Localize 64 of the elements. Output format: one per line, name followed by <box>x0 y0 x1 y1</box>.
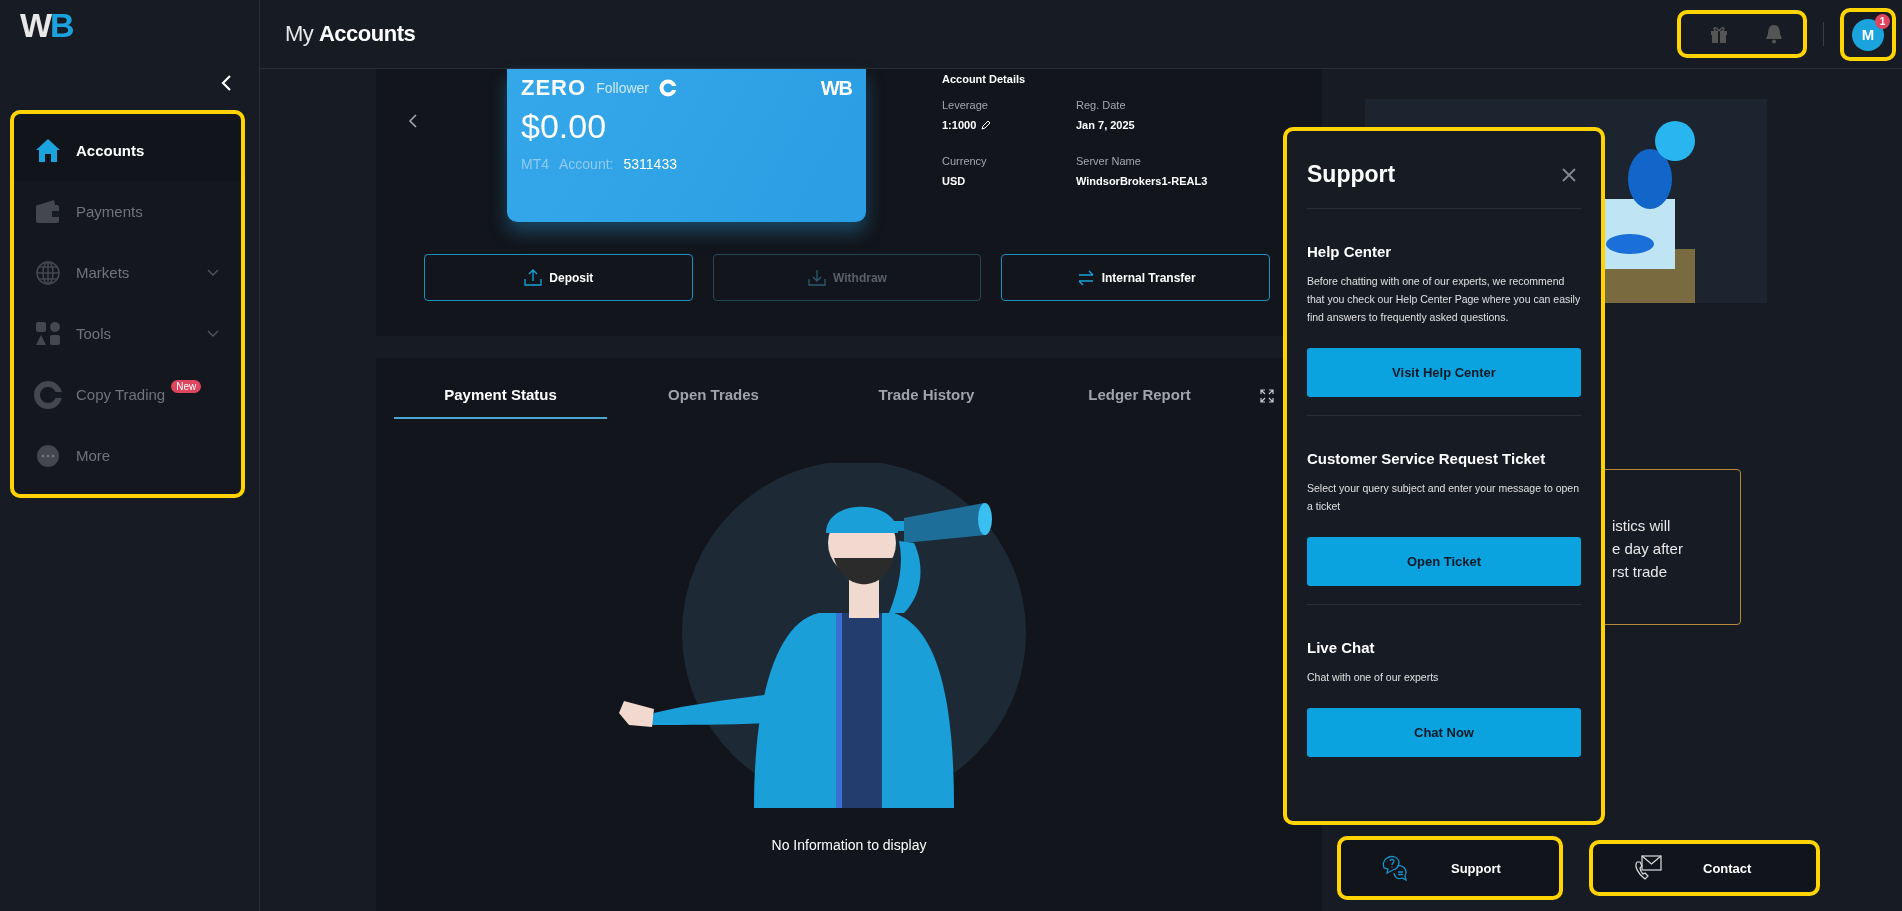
chevron-down-icon <box>207 268 219 277</box>
shapes-icon <box>34 319 62 348</box>
section-button[interactable]: Chat Now <box>1307 708 1581 757</box>
envelope-phone-icon <box>1633 854 1663 882</box>
tab[interactable]: Open Trades <box>607 386 820 419</box>
field-value: USD <box>942 175 966 187</box>
c-logo-icon <box>659 79 678 97</box>
expand-icon[interactable] <box>1260 388 1274 403</box>
logo: WB <box>19 5 74 46</box>
collapse-icon[interactable] <box>220 74 234 92</box>
field-label: Leverage <box>942 99 989 111</box>
previous-icon[interactable] <box>408 114 418 128</box>
tab[interactable]: Trade History <box>820 386 1033 419</box>
close-icon[interactable] <box>1561 166 1577 183</box>
nav-item[interactable]: Payments <box>14 181 241 242</box>
field-label: Server Name <box>1076 155 1142 167</box>
nav-item[interactable]: Accounts <box>14 120 241 181</box>
chevron-down-icon <box>207 329 219 338</box>
footer-button[interactable]: Contact <box>1589 840 1820 896</box>
section-title: Account Details <box>942 73 1027 85</box>
footer-button[interactable]: Support <box>1337 836 1563 900</box>
account-type: ZERO <box>521 75 587 101</box>
c-logo-icon <box>34 380 62 409</box>
nav-item[interactable]: More <box>14 425 241 486</box>
nav-item[interactable]: Copy Trading New <box>14 364 241 425</box>
section-heading: Customer Service Request Ticket <box>1307 450 1547 467</box>
pencil-icon[interactable] <box>981 120 992 130</box>
info-text: e day after <box>1612 539 1684 559</box>
nav-item[interactable]: Markets <box>14 242 241 303</box>
field-label: Reg. Date <box>1076 99 1127 111</box>
section-heading: Live Chat <box>1307 639 1376 656</box>
section-text: Before chatting with one of our experts, we recommend that you check our Help Center Page where you can easily find answers to frequently asked questions. <box>1307 274 1581 325</box>
panel-title: Support <box>1307 161 1396 188</box>
balance: $0.00 <box>521 107 608 146</box>
field-value: 1:1000 <box>942 119 977 131</box>
upload-icon <box>523 267 544 288</box>
new-badge: New <box>171 380 202 393</box>
home-icon <box>34 136 62 165</box>
tab[interactable]: Ledger Report <box>1033 386 1246 419</box>
info-text: istics will <box>1612 516 1672 536</box>
account-role: Follower <box>596 80 650 96</box>
action-button[interactable]: Deposit <box>424 254 693 301</box>
download-icon <box>807 267 828 288</box>
tab[interactable]: Payment Status <box>394 386 607 419</box>
info-text: rst trade <box>1612 562 1669 582</box>
section-button[interactable]: Visit Help Center <box>1307 348 1581 397</box>
section-text: Chat with one of our experts <box>1307 670 1440 685</box>
section-button[interactable]: Open Ticket <box>1307 537 1581 586</box>
page-title: My Accounts <box>285 21 416 47</box>
field-label: Currency <box>942 155 988 167</box>
field-value: WindsorBrokers1-REAL3 <box>1076 175 1208 187</box>
nav-item[interactable]: Tools <box>14 303 241 364</box>
account-label: Account: <box>559 156 614 172</box>
globe-icon <box>34 258 62 287</box>
section-heading: Help Center <box>1307 243 1393 260</box>
action-button[interactable]: Internal Transfer <box>1001 254 1270 301</box>
card-logo: WB <box>820 76 852 100</box>
section-text: Select your query subject and enter your message to open a ticket <box>1307 481 1580 514</box>
platform-label: MT4 <box>521 156 549 172</box>
account-number: 5311433 <box>623 156 677 172</box>
field-value: Jan 7, 2025 <box>1076 119 1135 131</box>
notification-badge: 1 <box>1875 13 1890 29</box>
empty-message: No Information to display <box>771 837 927 853</box>
wallet-icon <box>34 197 62 226</box>
